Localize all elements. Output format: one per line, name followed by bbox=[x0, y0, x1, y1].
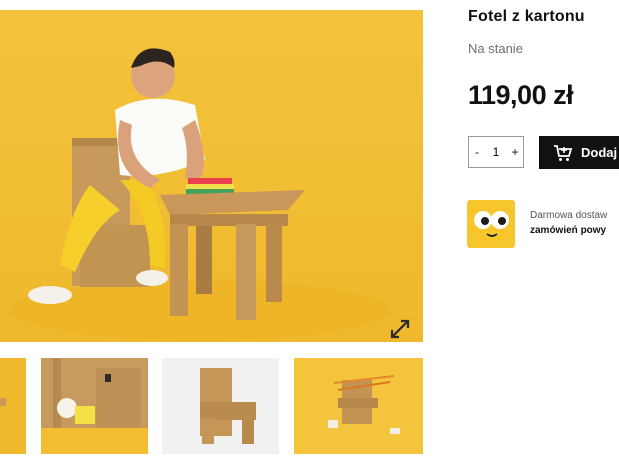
quantity-stepper: - + bbox=[468, 136, 524, 168]
add-to-cart-button[interactable]: Dodaj bbox=[539, 136, 619, 169]
shipping-info-line2: zamówień powy bbox=[530, 225, 607, 236]
quantity-input[interactable] bbox=[485, 145, 507, 159]
quantity-increase-button[interactable]: + bbox=[507, 145, 523, 159]
expand-image-button[interactable] bbox=[386, 315, 414, 342]
expand-arrows-icon bbox=[390, 319, 410, 339]
main-product-illustration bbox=[10, 48, 390, 340]
quantity-decrease-button[interactable]: - bbox=[469, 145, 485, 159]
product-price: 119,00 zł bbox=[468, 80, 574, 110]
thumbnail-4-image bbox=[294, 358, 423, 454]
thumbnail-4[interactable] bbox=[294, 358, 423, 454]
thumbnail-3-image bbox=[162, 358, 279, 454]
product-title: Fotel z kartonu bbox=[468, 8, 585, 25]
shipping-mascot-icon bbox=[467, 200, 515, 248]
thumbnail-2[interactable] bbox=[41, 358, 148, 454]
thumbnail-1[interactable] bbox=[0, 358, 26, 454]
thumbnail-2-image bbox=[41, 358, 148, 454]
stock-status: Na stanie bbox=[468, 41, 523, 56]
main-product-image[interactable] bbox=[0, 10, 423, 342]
thumbnail-3[interactable] bbox=[162, 358, 279, 454]
shipping-info-line1: Darmowa dostaw bbox=[530, 210, 608, 221]
add-to-cart-label: Dodaj bbox=[581, 145, 618, 160]
cart-add-icon bbox=[553, 144, 573, 162]
thumbnail-1-image bbox=[0, 358, 26, 454]
